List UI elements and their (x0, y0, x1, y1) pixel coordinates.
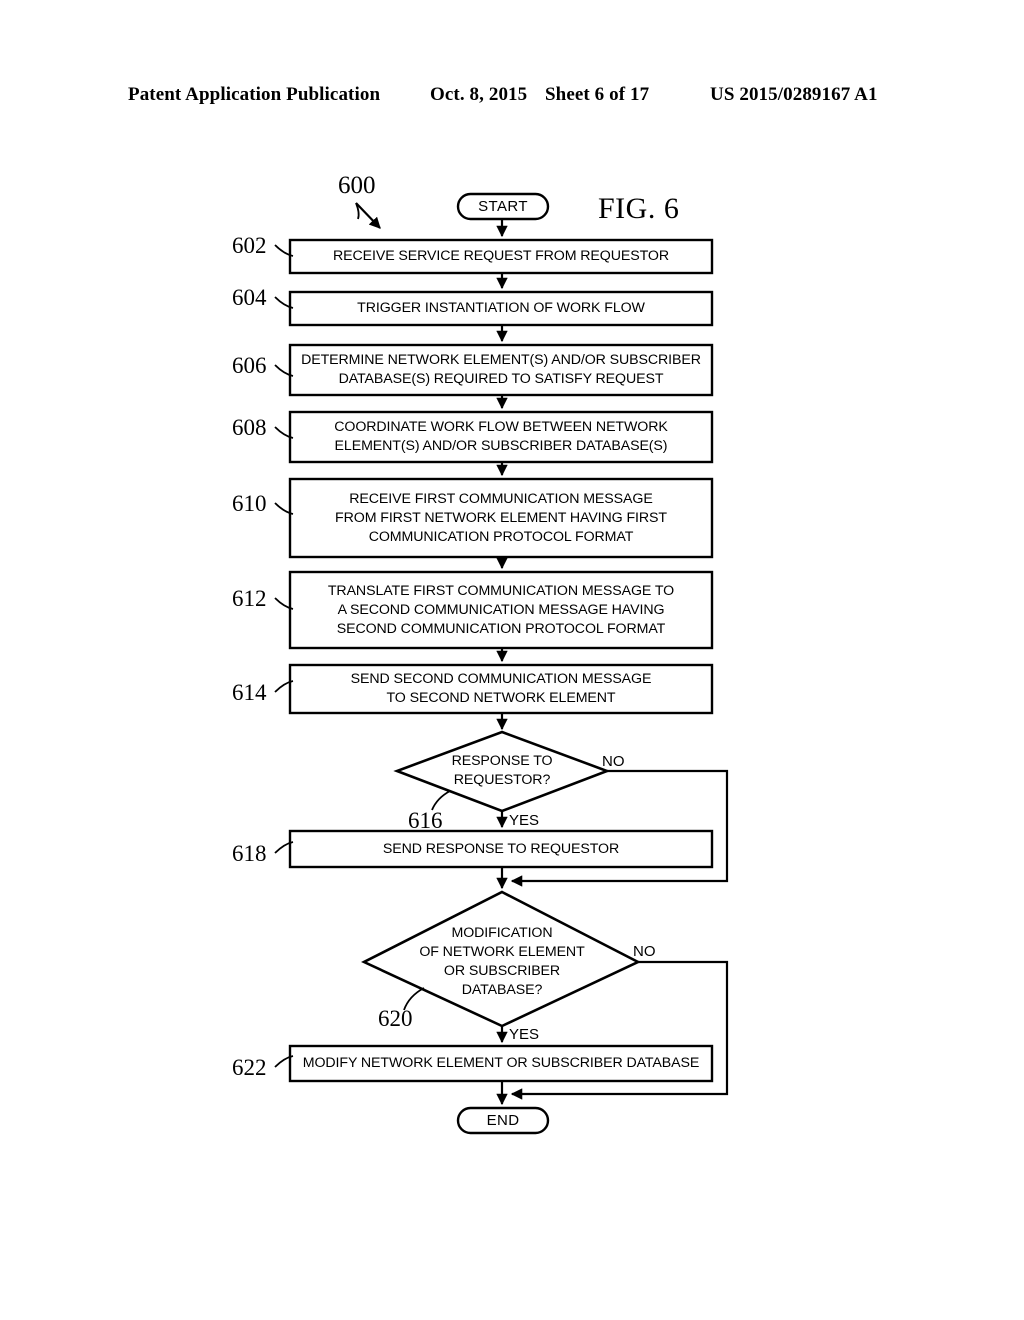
ref-number-622: 622 (232, 1055, 267, 1080)
start-terminator-label: START (478, 198, 528, 215)
ref-number-614: 614 (232, 680, 267, 705)
ref-number-620: 620 (378, 1006, 413, 1031)
pointer-600 (355, 202, 381, 229)
ref-number-604: 604 (232, 285, 267, 310)
ref-number-608: 608 (232, 415, 267, 440)
process-label-606: DETERMINE NETWORK ELEMENT(S) AND/OR SUBS… (301, 352, 701, 387)
flow-number-600: 600 (338, 172, 376, 199)
decision-label-620: MODIFICATION OF NETWORK ELEMENT OR SUBSC… (419, 925, 585, 998)
process-label-608: COORDINATE WORK FLOW BETWEEN NETWORK ELE… (334, 419, 668, 454)
process-label-622: MODIFY NETWORK ELEMENT OR SUBSCRIBER DAT… (302, 1055, 700, 1071)
ref-number-616: 616 (408, 808, 443, 833)
ref-number-602: 602 (232, 233, 267, 258)
edge-label-yes-616: YES (509, 812, 540, 829)
process-label-604: TRIGGER INSTANTIATION OF WORK FLOW (357, 300, 645, 316)
edge-label-no-616: NO (602, 753, 625, 770)
decision-label-616: RESPONSE TO REQUESTOR? (451, 753, 553, 788)
ref-number-606: 606 (232, 353, 267, 378)
ref-number-618: 618 (232, 841, 267, 866)
process-label-602: RECEIVE SERVICE REQUEST FROM REQUESTOR (333, 248, 669, 264)
ref-number-612: 612 (232, 586, 267, 611)
process-label-612: TRANSLATE FIRST COMMUNICATION MESSAGE TO… (327, 582, 675, 637)
edge-label-yes-620: YES (509, 1026, 540, 1043)
process-label-610: RECEIVE FIRST COMMUNICATION MESSAGE FROM… (335, 490, 667, 545)
ref-number-610: 610 (232, 491, 267, 516)
edge-label-no-620: NO (633, 943, 656, 960)
process-label-614: SEND SECOND COMMUNICATION MESSAGE TO SEC… (350, 671, 652, 706)
end-terminator-label: END (486, 1112, 520, 1129)
process-label-618: SEND RESPONSE TO REQUESTOR (382, 840, 620, 857)
